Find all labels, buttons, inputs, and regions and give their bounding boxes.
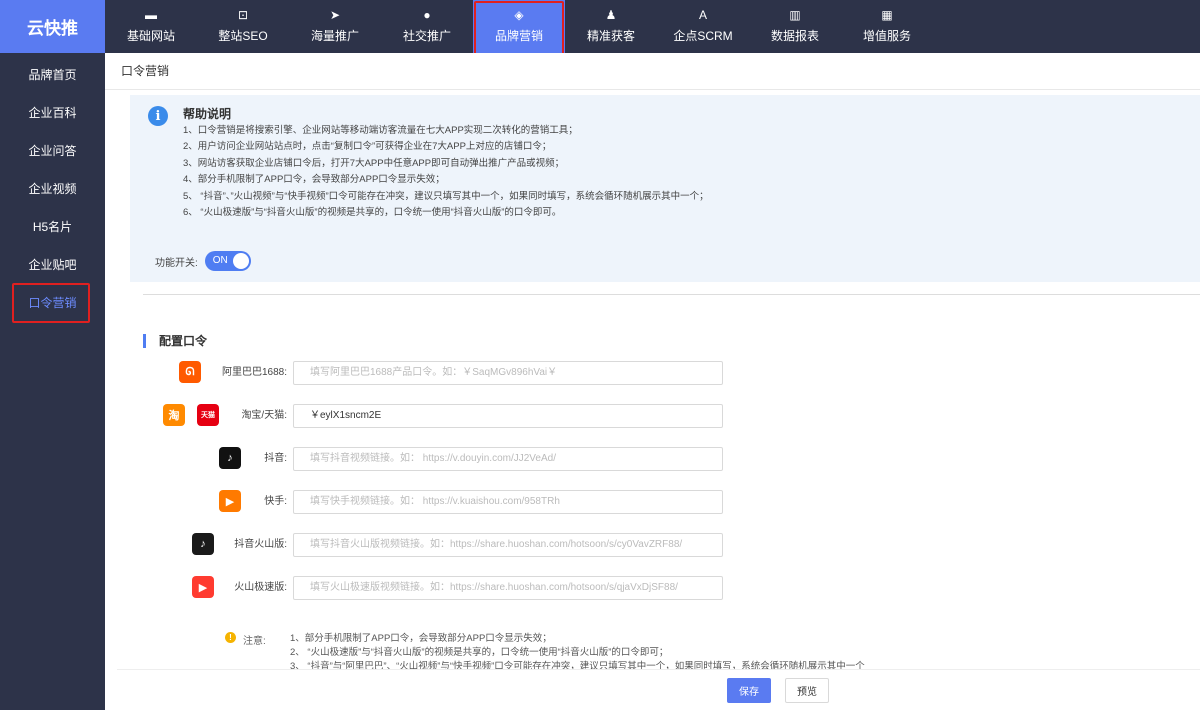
sidebar-item-qa[interactable]: 企业问答	[0, 131, 105, 169]
grid-icon: ▦	[881, 8, 893, 22]
help-line: 6、 “火山极速版”与“抖音火山版”的视频是共享的，口令统一使用“抖音火山版”的…	[183, 207, 562, 219]
sidebar-item-tieba[interactable]: 企业贴吧	[0, 245, 105, 283]
sidebar-item-encyclopedia[interactable]: 企业百科	[0, 93, 105, 131]
help-line: 4、部分手机限制了APP口令，会导致部分APP口令显示失效；	[183, 174, 445, 186]
kuaishou-icon: ▶	[219, 490, 241, 512]
nav-label: 社交推广	[402, 29, 451, 43]
divider	[143, 294, 1200, 295]
douyin-input[interactable]: 填写抖音视频链接。如： https://v.douyin.com/JJ2VeAd…	[293, 447, 723, 471]
nav-item-data-reports[interactable]: ▥ 数据报表	[749, 0, 841, 53]
huoshan-input[interactable]: 填写抖音火山版视频链接。如：https://share.huoshan.com/…	[293, 533, 723, 557]
config-row-kuaishou: ▶ 快手: 填写快手视频链接。如： https://v.kuaishou.com…	[105, 490, 1200, 514]
help-lines: 1、口令营销是将搜索引擎、企业网站等移动端访客流量在七大APP实现二次转化的营销…	[183, 123, 709, 221]
taobao-icon: 淘	[163, 404, 185, 426]
switch-label: 功能开关:	[155, 257, 198, 269]
nav-item-basic-website[interactable]: ▬ 基础网站	[105, 0, 197, 53]
app-logo[interactable]: 云快推	[0, 0, 105, 53]
nav-label: 海量推广	[310, 29, 359, 43]
alibaba-input[interactable]: 填写阿里巴巴1688产品口令。如：￥SaqMGv896hVai￥	[293, 361, 723, 385]
field-label: 快手:	[264, 496, 287, 507]
help-line: 5、 “抖音”、”火山视频”与“快手视频”口令可能存在冲突，建议只填写其中一个，…	[183, 190, 709, 202]
bar-chart-icon: ▥	[789, 8, 801, 22]
douyin-huoshan-icon: ♪	[192, 533, 214, 555]
chart-screen-icon: ⊡	[237, 8, 249, 22]
paper-plane-icon: ➤	[329, 8, 341, 22]
config-row-douyin: ♪ 抖音: 填写抖音视频链接。如： https://v.douyin.com/J…	[105, 447, 1200, 471]
highlight-box	[12, 283, 90, 323]
field-label: 火山极速版:	[234, 582, 287, 593]
toggle-knob	[232, 253, 249, 269]
main-content: 口令营销 i 帮助说明 1、口令营销是将搜索引擎、企业网站等移动端访客流量在七大…	[105, 53, 1200, 710]
chat-bubble-icon: ●	[423, 8, 431, 22]
notes-label: 注意:	[243, 636, 266, 647]
footer-bar: 保存 预览	[117, 669, 1200, 710]
alibaba-icon: ᘏ	[179, 361, 201, 383]
help-line: 2、用户访问企业网站站点时，点击“复制口令”可获得企业在7大APP上对应的店铺口…	[183, 141, 552, 153]
sidebar-item-brand-home[interactable]: 品牌首页	[0, 55, 105, 93]
taobao-input[interactable]: ￥eylX1sncm2E	[293, 404, 723, 428]
nav-item-precise-leads[interactable]: ♟ 精准获客	[565, 0, 657, 53]
feature-toggle[interactable]: ON	[204, 251, 251, 271]
nav-item-seo[interactable]: ⊡ 整站SEO	[197, 0, 289, 53]
nav-label: 企点SCRM	[673, 29, 733, 43]
help-panel: i 帮助说明 1、口令营销是将搜索引擎、企业网站等移动端访客流量在七大APP实现…	[130, 95, 1200, 282]
main-nav: ▬ 基础网站 ⊡ 整站SEO ➤ 海量推广 ● 社交推广 ◈ 品牌营销 ♟ 精准…	[105, 0, 933, 57]
info-icon: i	[148, 106, 168, 126]
toggle-state: ON	[212, 255, 228, 266]
warning-icon: !	[225, 632, 236, 643]
sidebar: 品牌首页 企业百科 企业问答 企业视频 H5名片 企业贴吧 口令营销	[0, 53, 105, 710]
top-navbar: 云快推 ▬ 基础网站 ⊡ 整站SEO ➤ 海量推广 ● 社交推广 ◈ 品牌营销 …	[0, 0, 1200, 57]
nav-label: 增值服务	[862, 29, 911, 43]
config-row-alibaba: ᘏ 阿里巴巴1688: 填写阿里巴巴1688产品口令。如：￥SaqMGv896h…	[105, 361, 1200, 385]
nav-label: 基础网站	[126, 29, 175, 43]
huoshan-lite-icon: ▶	[192, 576, 214, 598]
breadcrumb: 口令营销	[105, 53, 1200, 90]
notes-section: ! 注意: 1、部分手机限制了APP口令，会导致部分APP口令显示失效； 2、 …	[225, 630, 1200, 670]
notes-lines: 1、部分手机限制了APP口令，会导致部分APP口令显示失效； 2、 “火山极速版…	[290, 632, 865, 670]
note-line: 2、 “火山极速版”与“抖音火山版”的视频是共享的，口令统一使用“抖音火山版”的…	[290, 647, 669, 658]
tmall-icon: 天猫	[197, 404, 219, 426]
help-line: 3、网站访客获取企业店铺口令后，打开7大APP中任意APP即可自动弹出推广产品或…	[183, 157, 565, 169]
section-title: 配置口令	[143, 334, 207, 348]
preview-button[interactable]: 预览	[785, 678, 829, 703]
config-row-huoshan: ♪ 抖音火山版: 填写抖音火山版视频链接。如：https://share.huo…	[105, 533, 1200, 557]
user-icon: ♟	[605, 8, 617, 22]
save-button[interactable]: 保存	[727, 678, 771, 703]
kuaishou-input[interactable]: 填写快手视频链接。如： https://v.kuaishou.com/958TR…	[293, 490, 723, 514]
sidebar-item-command-marketing[interactable]: 口令营销	[0, 283, 105, 323]
config-row-taobao: 淘 天猫 淘宝/天猫: ￥eylX1sncm2E	[105, 404, 1200, 428]
sidebar-item-video[interactable]: 企业视频	[0, 169, 105, 207]
field-label: 抖音:	[264, 453, 287, 464]
nav-item-mass-promotion[interactable]: ➤ 海量推广	[289, 0, 381, 53]
nav-label: 数据报表	[770, 29, 819, 43]
field-label: 抖音火山版:	[234, 539, 287, 550]
nav-label: 精准获客	[586, 29, 635, 43]
nav-label: 整站SEO	[218, 29, 268, 43]
sidebar-item-h5-card[interactable]: H5名片	[0, 207, 105, 245]
config-row-huoshan-lite: ▶ 火山极速版: 填写火山极速版视频链接。如：https://share.huo…	[105, 576, 1200, 600]
nav-item-brand-marketing[interactable]: ◈ 品牌营销	[473, 0, 565, 57]
nav-item-scrm[interactable]: A 企点SCRM	[657, 0, 749, 53]
help-title: 帮助说明	[183, 107, 232, 121]
field-label: 淘宝/天猫:	[241, 410, 287, 421]
monitor-icon: ▬	[145, 8, 157, 22]
huoshan-lite-input[interactable]: 填写火山极速版视频链接。如：https://share.huoshan.com/…	[293, 576, 723, 600]
feature-switch-row: 功能开关: ON	[155, 251, 251, 271]
douyin-icon: ♪	[219, 447, 241, 469]
a-letter-icon: A	[698, 8, 707, 22]
nav-item-value-added[interactable]: ▦ 增值服务	[841, 0, 933, 53]
help-line: 1、口令营销是将搜索引擎、企业网站等移动端访客流量在七大APP实现二次转化的营销…	[183, 125, 578, 136]
highlight-box	[474, 1, 564, 57]
note-line: 1、部分手机限制了APP口令，会导致部分APP口令显示失效；	[290, 633, 552, 644]
field-label: 阿里巴巴1688:	[221, 367, 287, 378]
nav-item-social-promotion[interactable]: ● 社交推广	[381, 0, 473, 53]
